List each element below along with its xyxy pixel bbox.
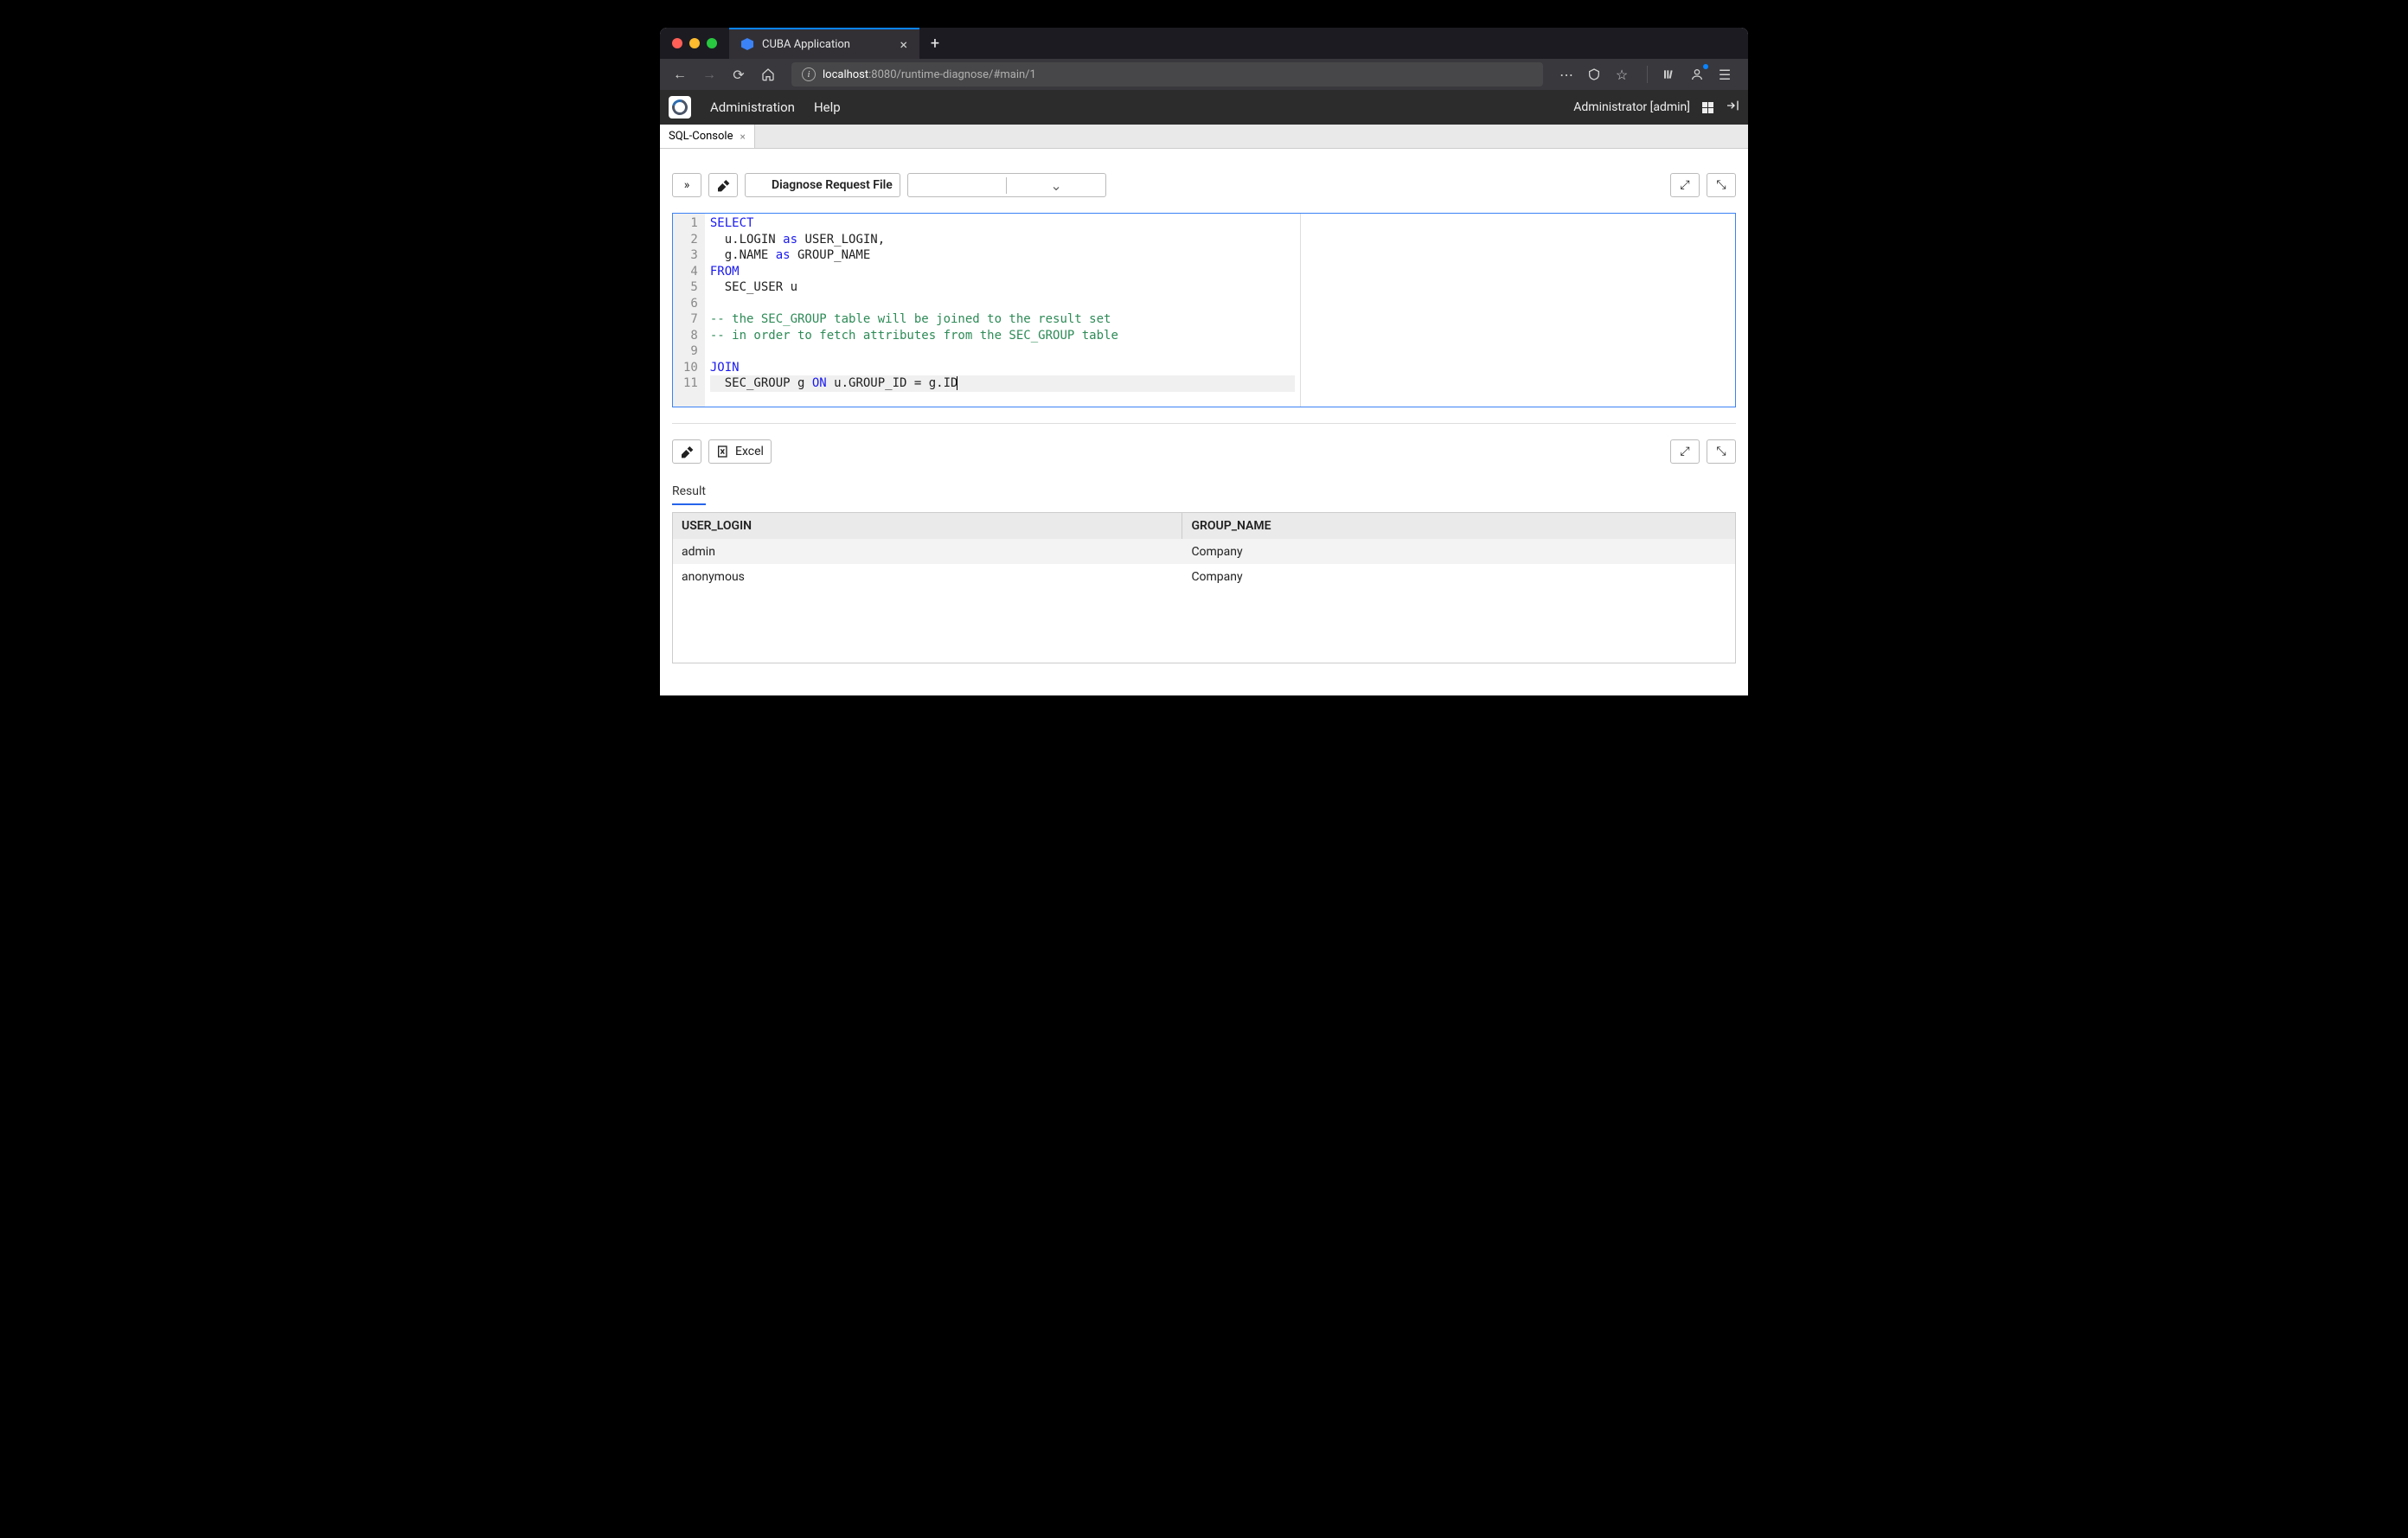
result-tab-label: Result xyxy=(672,484,706,498)
url-host: localhost xyxy=(823,68,868,81)
tab-close-icon[interactable]: × xyxy=(900,36,907,53)
editor-line[interactable] xyxy=(710,343,1295,360)
reload-button[interactable]: ⟳ xyxy=(726,62,752,87)
table-row[interactable]: anonymousCompany xyxy=(673,564,1735,589)
bookmark-icon[interactable]: ☆ xyxy=(1609,62,1635,87)
menu-administration[interactable]: Administration xyxy=(710,99,795,115)
account-icon[interactable] xyxy=(1684,62,1710,87)
editor-line[interactable]: SEC_GROUP g ON u.GROUP_ID = g.ID xyxy=(710,375,1295,392)
results-grid[interactable]: USER_LOGIN GROUP_NAME adminCompanyanonym… xyxy=(672,512,1736,663)
grid-col-0[interactable]: USER_LOGIN xyxy=(673,513,1182,539)
library-icon[interactable] xyxy=(1656,62,1682,87)
clear-editor-button[interactable] xyxy=(708,173,738,197)
toolbar-separator xyxy=(1647,66,1648,83)
editor-gutter: 1234567891011 xyxy=(673,214,705,407)
section-divider xyxy=(672,423,1736,424)
result-tab[interactable]: Result xyxy=(672,479,706,505)
table-row[interactable]: adminCompany xyxy=(673,539,1735,564)
editor-line[interactable]: u.LOGIN as USER_LOGIN, xyxy=(710,232,1295,248)
address-bar[interactable]: i localhost:8080/runtime-diagnose/#main/… xyxy=(791,62,1543,87)
editor-line[interactable] xyxy=(710,296,1295,312)
window-zoom-button[interactable] xyxy=(707,38,717,48)
window-controls xyxy=(660,28,729,59)
browser-tab-bar: CUBA Application × + xyxy=(660,28,1748,59)
editor-line[interactable]: SEC_USER u xyxy=(710,279,1295,296)
results-tabs: Result xyxy=(672,479,1736,505)
editor-code[interactable]: SELECT u.LOGIN as USER_LOGIN, g.NAME as … xyxy=(705,214,1300,407)
expand-results-button[interactable]: ⤢ xyxy=(1670,439,1700,464)
tracking-protection-icon[interactable] xyxy=(1581,62,1607,87)
editor-line[interactable]: JOIN xyxy=(710,360,1295,376)
app-logo[interactable] xyxy=(669,96,691,119)
editor-line[interactable]: FROM xyxy=(710,264,1295,280)
browser-nav-bar: ← → ⟳ i localhost:8080/runtime-diagnose/… xyxy=(660,59,1748,90)
page-actions-icon[interactable]: ⋯ xyxy=(1553,62,1579,87)
url-port: :8080 xyxy=(868,68,896,81)
forward-button[interactable]: → xyxy=(696,62,722,87)
back-button[interactable]: ← xyxy=(667,62,693,87)
main-content: » Diagnose Request File ⌄ ⤢ ⤡ 1234567891… xyxy=(660,149,1748,695)
workspace-tab-sql-console[interactable]: SQL-Console × xyxy=(660,125,755,148)
table-cell: admin xyxy=(673,539,1182,564)
workspace-tabs: SQL-Console × xyxy=(660,125,1748,149)
app-menu-bar: Administration Help Administrator [admin… xyxy=(660,90,1748,125)
datasource-select[interactable]: ⌄ xyxy=(907,173,1106,197)
editor-line[interactable]: -- the SEC_GROUP table will be joined to… xyxy=(710,311,1295,328)
export-excel-label: Excel xyxy=(735,445,764,458)
current-user-label: Administrator [admin] xyxy=(1573,100,1690,114)
results-toolbar: Excel ⤢ ⤡ xyxy=(672,439,1736,464)
dashboard-icon[interactable] xyxy=(1702,102,1713,113)
editor-toolbar: » Diagnose Request File ⌄ ⤢ ⤡ xyxy=(672,173,1736,197)
browser-tab[interactable]: CUBA Application × xyxy=(729,28,919,59)
workspace-tab-label: SQL-Console xyxy=(669,130,733,143)
tab-title: CUBA Application xyxy=(762,38,850,51)
url-path: /runtime-diagnose/#main/1 xyxy=(897,68,1036,81)
editor-line[interactable]: SELECT xyxy=(710,215,1295,232)
app-menu-icon[interactable]: ☰ xyxy=(1712,62,1738,87)
sql-editor[interactable]: 1234567891011 SELECT u.LOGIN as USER_LOG… xyxy=(672,213,1736,407)
clear-results-button[interactable] xyxy=(672,439,701,464)
diagnose-button-label: Diagnose Request File xyxy=(772,178,893,192)
site-info-icon[interactable]: i xyxy=(802,67,816,81)
tab-favicon-icon xyxy=(741,38,753,50)
diagnose-request-file-button[interactable]: Diagnose Request File xyxy=(745,173,900,197)
logout-icon[interactable] xyxy=(1726,99,1739,116)
workspace-tab-close-icon[interactable]: × xyxy=(740,131,746,143)
export-excel-button[interactable]: Excel xyxy=(708,439,772,464)
table-cell: anonymous xyxy=(673,564,1182,589)
table-cell: Company xyxy=(1182,539,1735,564)
run-button[interactable]: » xyxy=(672,173,701,197)
menu-help[interactable]: Help xyxy=(814,99,841,115)
collapse-results-button[interactable]: ⤡ xyxy=(1707,439,1736,464)
window-minimize-button[interactable] xyxy=(689,38,700,48)
editor-line[interactable]: -- in order to fetch attributes from the… xyxy=(710,328,1295,344)
grid-header: USER_LOGIN GROUP_NAME xyxy=(673,513,1735,539)
editor-line[interactable]: g.NAME as GROUP_NAME xyxy=(710,247,1295,264)
collapse-editor-button[interactable]: ⤡ xyxy=(1707,173,1736,197)
home-button[interactable] xyxy=(755,62,781,87)
expand-editor-button[interactable]: ⤢ xyxy=(1670,173,1700,197)
new-tab-button[interactable]: + xyxy=(919,28,951,59)
chevron-down-icon[interactable]: ⌄ xyxy=(1006,177,1105,194)
window-close-button[interactable] xyxy=(672,38,682,48)
grid-col-1[interactable]: GROUP_NAME xyxy=(1182,513,1735,539)
table-cell: Company xyxy=(1182,564,1735,589)
